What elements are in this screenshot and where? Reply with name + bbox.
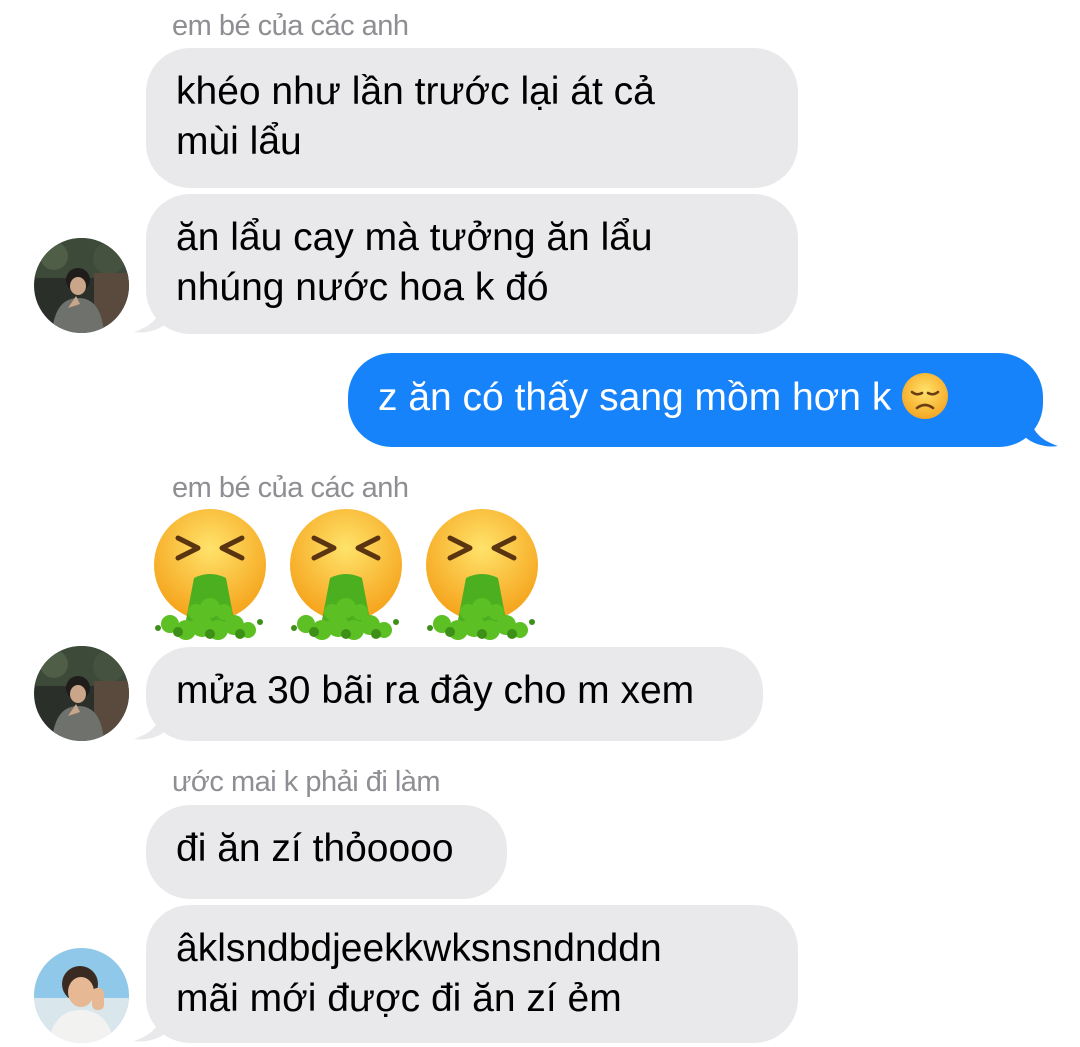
sender-name: ước mai k phải đi làm — [172, 766, 441, 798]
avatar-photo-dark-icon — [34, 646, 129, 741]
bubble-tail — [134, 705, 168, 740]
message-bubble-incoming[interactable]: đi ăn zí thỏoooo — [146, 805, 507, 899]
avatar[interactable] — [34, 646, 129, 741]
message-bubble-incoming[interactable]: ăn lẩu cay mà tưởng ăn lẩu nhúng nước ho… — [146, 194, 798, 334]
message-bubble-incoming[interactable]: âklsndbdjeekkwksnsndnddn mãi mới được đi… — [146, 905, 798, 1043]
vomiting-face-icon — [154, 509, 266, 640]
avatar[interactable] — [34, 238, 129, 333]
vomiting-face-icon — [426, 509, 538, 640]
bubble-tail — [134, 298, 168, 333]
sender-name: em bé của các anh — [172, 10, 409, 42]
message-bubble-incoming[interactable]: mửa 30 bãi ra đây cho m xem — [146, 647, 763, 741]
sender-name: em bé của các anh — [172, 472, 409, 504]
bubble-tail — [1024, 412, 1058, 447]
avatar-photo-dark-icon — [34, 238, 129, 333]
vomiting-face-icon — [290, 509, 402, 640]
avatar[interactable] — [34, 948, 129, 1043]
outgoing-text: z ăn có thấy sang mồm hơn k — [378, 376, 892, 419]
disappointed-face-icon — [902, 373, 949, 419]
message-bubble-outgoing[interactable]: z ăn có thấy sang mồm hơn k — [348, 353, 1043, 447]
emoji-message[interactable] — [150, 508, 538, 643]
message-bubble-incoming[interactable]: khéo như lần trước lại át cả mùi lẩu — [146, 48, 798, 188]
bubble-tail — [134, 1007, 168, 1042]
avatar-photo-light-icon — [34, 948, 129, 1043]
